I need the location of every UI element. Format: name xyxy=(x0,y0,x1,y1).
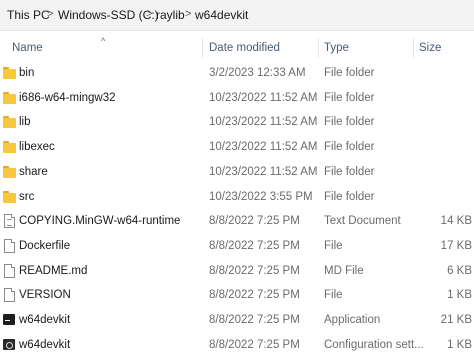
folder-icon xyxy=(3,165,16,178)
text-file-icon xyxy=(4,214,15,229)
file-row[interactable]: Dockerfile 8/8/2022 7:25 PM File 17 KB xyxy=(0,235,474,259)
file-row[interactable]: bin 3/2/2023 12:33 AM File folder xyxy=(0,62,474,86)
column-header-date[interactable]: Date modified xyxy=(209,42,280,54)
column-header-size[interactable]: Size xyxy=(419,42,441,54)
file-date-modified: 10/23/2022 11:52 AM xyxy=(209,141,318,154)
file-row[interactable]: w64devkit 8/8/2022 7:25 PM Application 21 K… xyxy=(0,309,474,333)
file-row[interactable]: w64devkit 8/8/2022 7:25 PM Configuration s… xyxy=(0,334,474,358)
file-type: File xyxy=(324,289,343,302)
file-name: src xyxy=(19,190,35,203)
chevron-right-icon[interactable]: > xyxy=(146,8,152,20)
file-row[interactable]: README.md 8/8/2022 7:25 PM MD File 6 KB xyxy=(0,260,474,284)
file-size: 6 KB xyxy=(447,264,472,277)
file-date-modified: 8/8/2022 7:25 PM xyxy=(209,239,300,252)
file-icon xyxy=(4,238,15,253)
column-divider[interactable] xyxy=(318,38,319,58)
file-name: libexec xyxy=(19,141,55,154)
file-name: Dockerfile xyxy=(19,239,71,252)
file-type: File folder xyxy=(324,116,375,129)
file-row[interactable]: COPYING.MinGW-w64-runtime 8/8/2022 7:25 P… xyxy=(0,210,474,234)
file-type: File folder xyxy=(324,190,375,203)
file-type: File folder xyxy=(324,141,375,154)
file-type: Text Document xyxy=(324,215,401,228)
file-name: README.md xyxy=(19,264,88,277)
file-row[interactable]: lib 10/23/2022 11:52 AM File folder xyxy=(0,111,474,135)
file-date-modified: 10/23/2022 11:52 AM xyxy=(209,116,318,129)
file-type: File folder xyxy=(324,91,375,104)
file-name: share xyxy=(19,165,48,178)
file-icon xyxy=(4,263,15,278)
file-name: w64devkit xyxy=(19,338,71,351)
file-type: File xyxy=(324,239,343,252)
address-bar[interactable]: This PC > Windows-SSD (C:) > raylib > w6… xyxy=(0,0,474,31)
file-type: MD File xyxy=(324,264,364,277)
file-name: COPYING.MinGW-w64-runtime xyxy=(19,215,181,228)
file-name: VERSION xyxy=(19,289,71,302)
breadcrumb-this-pc[interactable]: This PC xyxy=(7,8,50,22)
file-date-modified: 8/8/2022 7:25 PM xyxy=(209,314,300,326)
file-name: w64devkit xyxy=(19,314,71,326)
file-size: 1 KB xyxy=(447,338,472,351)
folder-icon xyxy=(3,67,16,79)
file-date-modified: 3/2/2023 12:33 AM xyxy=(209,67,306,79)
file-date-modified: 10/23/2022 11:52 AM xyxy=(209,91,318,104)
file-row[interactable]: i686-w64-mingw32 10/23/2022 11:52 AM File … xyxy=(0,87,474,111)
breadcrumb-drive[interactable]: Windows-SSD (C:) xyxy=(58,8,159,22)
file-type: Configuration sett... xyxy=(324,338,424,351)
file-size: 1 KB xyxy=(447,289,472,302)
file-date-modified: 8/8/2022 7:25 PM xyxy=(209,338,300,351)
file-type: Application xyxy=(324,314,381,326)
configuration-icon xyxy=(3,338,15,350)
folder-icon xyxy=(3,91,16,104)
file-row[interactable]: src 10/23/2022 3:55 PM File folder xyxy=(0,186,474,210)
file-size: 17 KB xyxy=(440,239,472,252)
breadcrumb-w64devkit[interactable]: w64devkit xyxy=(195,8,248,22)
column-header-type[interactable]: Type xyxy=(324,42,349,54)
file-type: File folder xyxy=(324,165,375,178)
file-date-modified: 10/23/2022 11:52 AM xyxy=(209,165,318,178)
chevron-right-icon[interactable]: > xyxy=(47,8,53,20)
file-row[interactable]: libexec 10/23/2022 11:52 AM File folder xyxy=(0,136,474,160)
folder-icon xyxy=(3,116,16,129)
file-name: i686-w64-mingw32 xyxy=(19,91,116,104)
column-divider[interactable] xyxy=(413,38,414,58)
file-row[interactable]: VERSION 8/8/2022 7:25 PM File 1 KB xyxy=(0,284,474,308)
file-date-modified: 8/8/2022 7:25 PM xyxy=(209,215,300,228)
column-header-row: ^ Name Date modified Type Size xyxy=(0,36,474,60)
column-divider[interactable] xyxy=(202,38,203,58)
application-icon xyxy=(3,314,15,325)
column-header-name[interactable]: Name xyxy=(12,42,43,54)
file-size: 14 KB xyxy=(440,215,472,228)
file-date-modified: 8/8/2022 7:25 PM xyxy=(209,264,300,277)
file-type: File folder xyxy=(324,67,375,79)
file-row[interactable]: share 10/23/2022 11:52 AM File folder xyxy=(0,161,474,185)
file-size: 21 KB xyxy=(440,314,472,326)
file-date-modified: 10/23/2022 3:55 PM xyxy=(209,190,313,203)
file-name: bin xyxy=(19,67,35,79)
folder-icon xyxy=(3,190,16,203)
chevron-right-icon[interactable]: > xyxy=(185,8,191,20)
folder-icon xyxy=(3,141,16,154)
sort-ascending-icon: ^ xyxy=(101,36,106,46)
file-icon xyxy=(4,288,15,303)
breadcrumb-raylib[interactable]: raylib xyxy=(156,8,185,22)
file-name: lib xyxy=(19,116,31,129)
file-date-modified: 8/8/2022 7:25 PM xyxy=(209,289,300,302)
